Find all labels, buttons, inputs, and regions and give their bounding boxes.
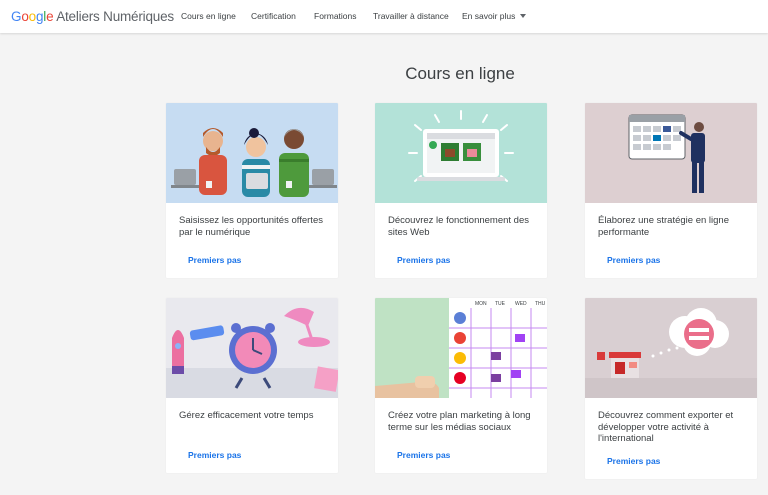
course-image-calendar-man xyxy=(585,103,757,203)
product-name: Ateliers Numériques xyxy=(56,9,174,24)
course-title: Découvrez le fonctionnement des sites We… xyxy=(388,215,529,238)
course-image-people-laptops xyxy=(166,103,338,203)
page-title: Cours en ligne xyxy=(405,64,515,83)
course-card-temps[interactable]: Gérez efficacement votre temps Premiers … xyxy=(166,298,338,473)
google-logo-text: Google xyxy=(11,9,54,24)
nav-en-savoir-plus[interactable]: En savoir plus xyxy=(462,11,527,21)
chevron-down-icon xyxy=(520,14,527,18)
course-image-alarm-clock xyxy=(166,298,338,398)
premiers-pas-link[interactable]: Premiers pas xyxy=(607,255,660,265)
nav-certification[interactable]: Certification xyxy=(251,11,296,21)
course-card-opportunites[interactable]: Saisissez les opportunités offertes par … xyxy=(166,103,338,278)
course-image-shop-export xyxy=(585,298,757,398)
course-title: Découvrez comment exporter et développer… xyxy=(598,410,734,444)
course-title: Élaborez une stratégie en ligne performa… xyxy=(598,215,729,238)
calendar-day-label: WED xyxy=(515,301,527,307)
course-title: Saisissez les opportunités offertes par … xyxy=(179,215,323,238)
course-image-social-calendar: MON TUE WED THU xyxy=(375,298,547,398)
course-card-sites-web[interactable]: Découvrez le fonctionnement des sites We… xyxy=(375,103,547,278)
premiers-pas-link[interactable]: Premiers pas xyxy=(397,255,450,265)
nav-travailler-a-distance[interactable]: Travailler à distance xyxy=(373,11,449,21)
calendar-day-label: THU xyxy=(535,301,546,307)
course-image-website-browser xyxy=(375,103,547,203)
nav-formations[interactable]: Formations xyxy=(314,11,357,21)
course-card-international[interactable]: Découvrez comment exporter et développer… xyxy=(585,298,757,479)
site-logo[interactable]: Google Ateliers Numériques xyxy=(11,9,174,24)
nav-en-savoir-plus-label: En savoir plus xyxy=(462,11,516,21)
premiers-pas-link[interactable]: Premiers pas xyxy=(397,450,450,460)
premiers-pas-link[interactable]: Premiers pas xyxy=(188,255,241,265)
course-title: Gérez efficacement votre temps xyxy=(179,410,314,421)
premiers-pas-link[interactable]: Premiers pas xyxy=(188,450,241,460)
course-title: Créez votre plan marketing à long terme … xyxy=(388,410,531,433)
calendar-day-label: TUE xyxy=(495,301,506,307)
course-card-strategie[interactable]: Élaborez une stratégie en ligne performa… xyxy=(585,103,757,278)
course-card-medias-sociaux[interactable]: MON TUE WED THU Créez votre plan marketi… xyxy=(375,298,547,473)
calendar-day-label: MON xyxy=(475,301,487,307)
nav-cours-en-ligne[interactable]: Cours en ligne xyxy=(181,11,236,21)
top-navigation-bar: Google Ateliers Numériques Cours en lign… xyxy=(0,0,768,33)
premiers-pas-link[interactable]: Premiers pas xyxy=(607,456,660,466)
